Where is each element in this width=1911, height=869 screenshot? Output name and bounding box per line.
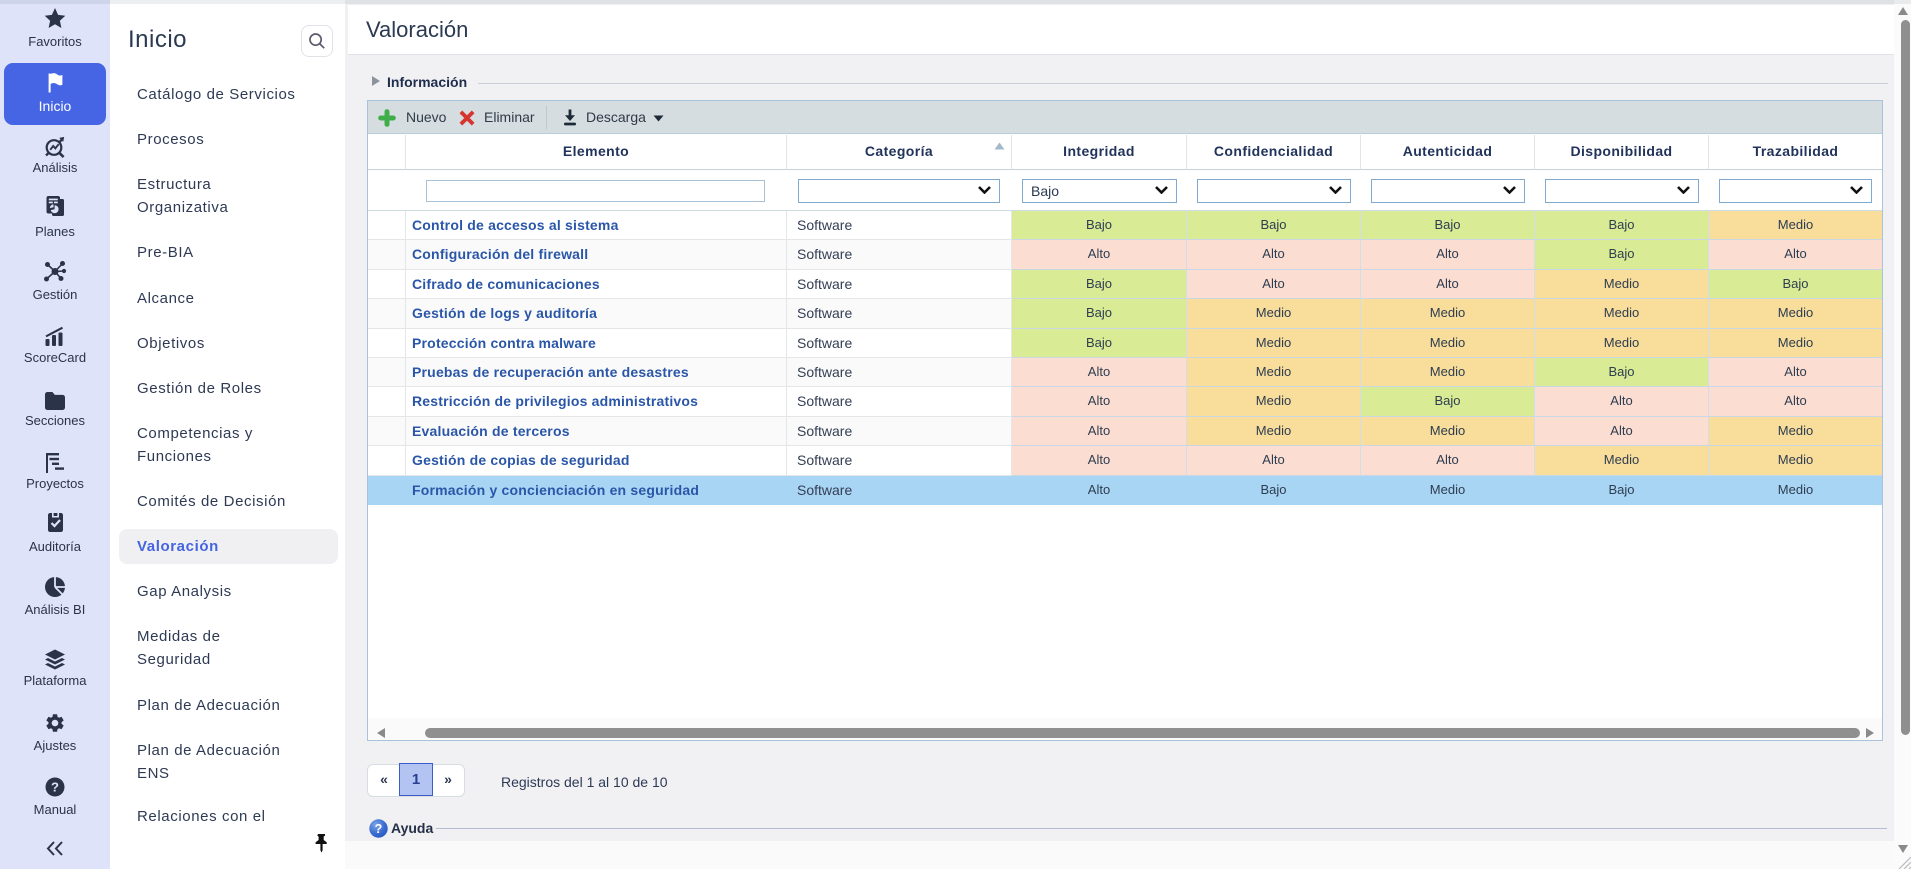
svg-text:?: ?: [375, 822, 383, 836]
svg-text:?: ?: [51, 780, 59, 795]
